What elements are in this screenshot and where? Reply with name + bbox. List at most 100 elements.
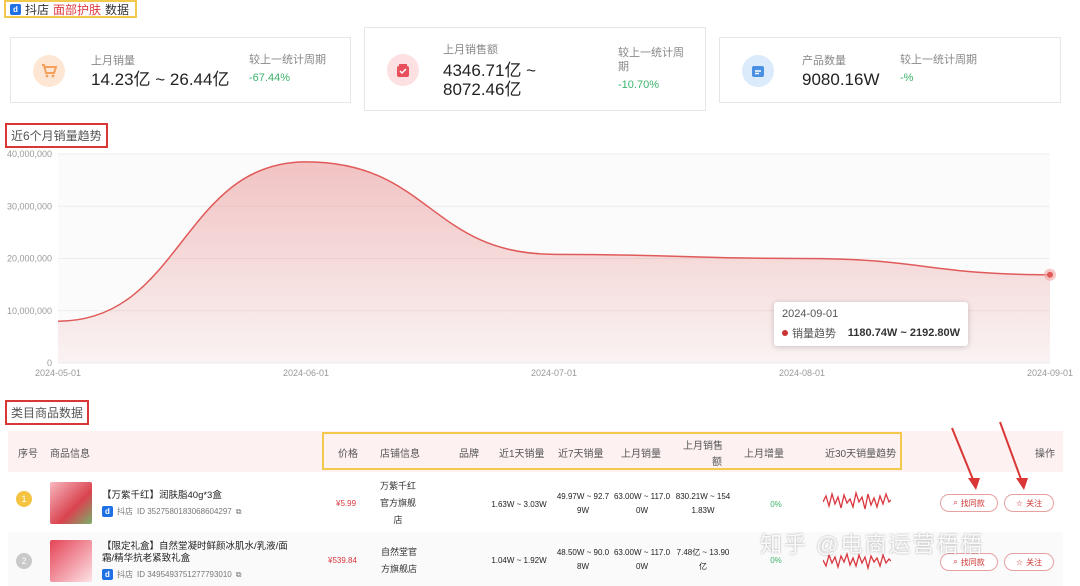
tooltip-series-label: 销量趋势: [792, 328, 836, 340]
stat-card-revenue: 上月销售额 4346.71亿 ~ 8072.46亿 较上一统计周 期 -10.7…: [364, 27, 706, 111]
shop-platform: 抖店: [117, 570, 133, 579]
month-sales: 63.00W ~ 117.0 0W: [611, 490, 673, 518]
compare-value: -67.44%: [249, 72, 290, 84]
shop-platform: 抖店: [117, 507, 133, 516]
product-thumbnail[interactable]: [50, 540, 92, 582]
col-product: 商品信息: [50, 449, 90, 460]
stat-value: 14.23亿 ~ 26.44亿: [91, 70, 230, 89]
x-tick-label: 2024-07-01: [531, 368, 577, 378]
product-meta: d 抖店 ID 3495493751277793010 ⧉: [102, 569, 241, 580]
shop-line: 官方旗舰: [379, 498, 416, 508]
price: ¥5.99: [336, 499, 357, 508]
box-icon: [742, 55, 774, 87]
month-gmv-line2: 亿: [699, 562, 707, 571]
sparkline: [823, 490, 891, 510]
annotation-arrows: [951, 421, 1028, 490]
rank-badge: 2: [16, 553, 32, 569]
stat-label: 上月销量: [91, 55, 135, 67]
watermark: 知乎 @电商运营梧梧: [760, 532, 985, 557]
day1-sales: 1.63W ~ 3.03W: [491, 500, 547, 509]
tooltip-value: 1180.74W ~ 2192.80W: [847, 327, 960, 339]
rank-badge: 1: [16, 491, 32, 507]
hover-point[interactable]: [1047, 271, 1053, 278]
trend-section-title: 近6个月销量趋势: [5, 123, 108, 148]
day7-line1: 49.97W ~ 92.7: [556, 492, 610, 501]
product-name[interactable]: 【限定礼盒】自然堂凝时鲜颜冰肌水/乳液/面 霜/精华抗老紧致礼盒: [102, 541, 307, 565]
product-name-line1: 【限定礼盒】自然堂凝时鲜颜冰肌水/乳液/面: [102, 541, 288, 552]
platform-label: 抖店: [25, 2, 50, 17]
month-gmv-line2: 1.83W: [691, 506, 715, 515]
month-sales-line1: 63.00W ~ 117.0: [613, 492, 671, 501]
stat-card-products: 产品数量 9080.16W 较上一统计周期 -%: [719, 37, 1061, 103]
stat-value: 9080.16W: [802, 70, 880, 89]
star-icon: ☆: [1015, 557, 1024, 567]
douyin-logo-icon: d: [102, 506, 113, 517]
price: ¥539.84: [328, 556, 357, 565]
month-sales-line2: 0W: [636, 562, 648, 571]
day7-line2: 9W: [577, 506, 589, 515]
day7-line1: 48.50W ~ 90.0: [556, 548, 610, 557]
col-rank: 序号: [18, 449, 38, 460]
month-growth: 0%: [770, 500, 782, 509]
month-sales-line1: 63.00W ~ 117.0: [613, 548, 671, 557]
x-tick-label: 2024-09-01: [1027, 368, 1073, 378]
product-id: ID 3527580183068604297: [137, 507, 232, 516]
shop-line: 自然堂官: [380, 547, 417, 557]
douyin-logo-icon: d: [10, 3, 21, 15]
month-sales-line2: 0W: [636, 506, 648, 515]
stat-value-line2: 8072.46亿: [443, 80, 522, 99]
data-label: 数据: [105, 2, 130, 17]
tooltip-date: 2024-09-01: [782, 308, 839, 320]
table-row[interactable]: 1 【万紫千红】润肤脂40g*3盒 d 抖店 ID 35275801830686…: [8, 474, 1063, 530]
day7-sales: 49.97W ~ 92.7 9W: [553, 490, 613, 518]
table-section-title: 类目商品数据: [5, 400, 90, 425]
bag-icon: [387, 54, 419, 86]
product-name[interactable]: 【万紫千红】润肤脂40g*3盒: [102, 490, 307, 502]
x-tick-label: 2024-05-01: [35, 368, 81, 378]
shop-line: 方旗舰店: [380, 564, 417, 574]
copy-icon[interactable]: ⧉: [236, 507, 242, 517]
stat-card-sales: 上月销量 14.23亿 ~ 26.44亿 较上一统计周期 -67.44%: [10, 37, 351, 103]
chart-tooltip: 2024-09-01 销量趋势 1180.74W ~ 2192.80W: [774, 302, 968, 346]
day1-sales: 1.04W ~ 1.92W: [491, 556, 547, 565]
shop-line: 万紫千红: [379, 481, 416, 491]
stat-label: 产品数量: [802, 55, 846, 67]
cart-icon: [33, 55, 65, 87]
y-tick-label: 20,000,000: [7, 254, 52, 264]
compare-label-line1: 较上一统计周: [618, 47, 684, 59]
category-header: d 抖店 面部护肤 数据: [4, 0, 138, 18]
douyin-logo-icon: d: [102, 569, 113, 580]
shop-name[interactable]: 万紫千红 官方旗舰 店: [378, 478, 418, 529]
y-tick-label: 30,000,000: [7, 201, 52, 211]
y-tick-label: 10,000,000: [7, 306, 52, 316]
month-gmv-line1: 830.21W ~ 154: [675, 492, 731, 501]
compare-label-line2: 期: [618, 61, 629, 73]
shop-line: 店: [393, 515, 403, 525]
stat-label: 上月销售额: [443, 44, 498, 56]
product-thumbnail[interactable]: [50, 482, 92, 524]
follow-button[interactable]: ☆ 关注: [1004, 553, 1054, 571]
month-sales: 63.00W ~ 117.0 0W: [611, 546, 673, 574]
product-meta: d 抖店 ID 3527580183068604297 ⧉: [102, 506, 241, 517]
shop-name[interactable]: 自然堂官 方旗舰店: [378, 544, 420, 578]
month-gmv: 7.48亿 ~ 13.90 亿: [672, 546, 734, 574]
compare-value: -%: [900, 72, 914, 84]
series-dot-icon: [782, 330, 788, 336]
x-tick-label: 2024-08-01: [779, 368, 825, 378]
stat-value-line1: 4346.71亿 ~: [443, 61, 537, 80]
follow-label: 关注: [1026, 557, 1043, 567]
compare-label: 较上一统计周期: [249, 54, 326, 66]
sales-trend-chart: 40,000,000 30,000,000 20,000,000 10,000,000…: [7, 149, 1073, 378]
product-id: ID 3495493751277793010: [137, 570, 232, 579]
month-gmv: 830.21W ~ 154 1.83W: [672, 490, 734, 518]
y-tick-label: 40,000,000: [7, 149, 52, 159]
compare-label: 较上一统计周期: [900, 54, 977, 66]
product-name-line2: 霜/精华抗老紧致礼盒: [102, 553, 191, 564]
copy-icon[interactable]: ⧉: [236, 570, 242, 580]
day7-sales: 48.50W ~ 90.0 8W: [553, 546, 613, 574]
category-label: 面部护肤: [53, 2, 102, 17]
compare-value: -10.70%: [618, 79, 659, 91]
highlight-columns-box: [322, 432, 902, 470]
x-tick-label: 2024-06-01: [283, 368, 329, 378]
day7-line2: 8W: [577, 562, 589, 571]
